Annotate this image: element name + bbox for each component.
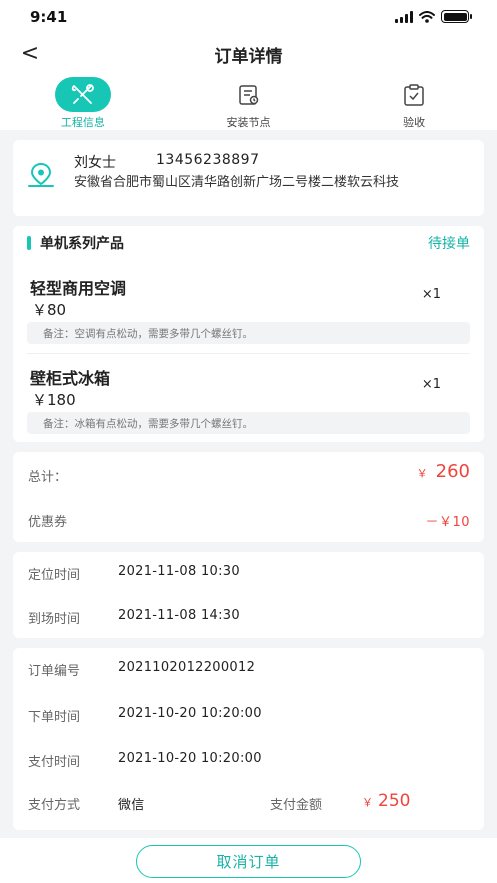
signal-icon (395, 10, 413, 23)
order-time-label: 下单时间 (28, 710, 81, 725)
total-label: 总计： (28, 470, 68, 485)
product-item[interactable]: 轻型商用空调 ￥80 ×1 备注：空调有点松动，需要多带几个螺丝钉。 (13, 275, 484, 347)
tab-install-node[interactable]: 安装节点 (166, 74, 332, 130)
arrive-time-label: 到场时间 (28, 612, 81, 627)
product-name: 壁柜式冰箱 (30, 369, 111, 388)
section-title: 单机系列产品 (40, 236, 124, 252)
product-price: ￥80 (32, 301, 67, 319)
contact-name: 刘女士 (74, 155, 116, 171)
status-bar: 9:41 (0, 0, 497, 34)
currency-symbol: ￥ (416, 467, 428, 480)
status-time: 9:41 (30, 8, 68, 26)
tab-project-info[interactable]: 工程信息 (0, 74, 166, 130)
tools-icon (54, 77, 111, 112)
currency-symbol: ￥ (362, 796, 373, 809)
schedule-card: 定位时间 2021-11-08 10:30 到场时间 2021-11-08 14… (13, 552, 484, 638)
pay-amount-value: 250 (378, 791, 411, 811)
products-card: 单机系列产品 待接单 轻型商用空调 ￥80 ×1 备注：空调有点松动，需要多带几… (13, 226, 484, 442)
status-icons (395, 10, 472, 23)
battery-icon (441, 10, 472, 23)
pay-method-value: 微信 (118, 798, 145, 813)
coupon-value: －￥10 (425, 515, 470, 530)
nav-bar: < 订单详情 (0, 34, 497, 74)
product-note: 备注：冰箱有点松动，需要多带几个螺丝钉。 (27, 412, 470, 434)
product-note: 备注：空调有点松动，需要多带几个螺丝钉。 (27, 322, 470, 344)
divider (27, 353, 470, 354)
cancel-order-button[interactable]: 取消订单 (136, 845, 361, 878)
total-amount: ￥ 260 (417, 461, 470, 482)
contact-address: 安徽省合肥市蜀山区清华路创新广场二号楼二楼软云科技 (74, 175, 400, 190)
pay-time-label: 支付时间 (28, 755, 81, 770)
clipboard-check-icon (386, 77, 442, 112)
arrive-time-value: 2021-11-08 14:30 (118, 608, 240, 623)
locate-time-value: 2021-11-08 10:30 (118, 564, 240, 579)
tab-label: 安装节点 (226, 116, 271, 129)
locate-time-label: 定位时间 (28, 568, 81, 583)
order-number-value: 2021102012200012 (118, 660, 256, 675)
tab-label: 工程信息 (60, 116, 105, 129)
product-name: 轻型商用空调 (30, 279, 127, 298)
pay-time-value: 2021-10-20 10:20:00 (118, 751, 262, 766)
pay-method-label: 支付方式 (28, 798, 81, 813)
location-pin-icon (28, 162, 54, 187)
product-quantity: ×1 (421, 287, 441, 302)
section-accent-bar (27, 236, 31, 250)
tab-acceptance[interactable]: 验收 (331, 74, 497, 130)
totals-card: 总计： ￥ 260 优惠券 －￥10 (13, 452, 484, 542)
contact-phone: 13456238897 (156, 152, 260, 168)
wifi-icon (419, 10, 435, 23)
tab-bar: 工程信息 安装节点 验收 (0, 74, 497, 130)
pay-amount-label: 支付金额 (270, 798, 323, 813)
order-info-card: 订单编号 2021102012200012 下单时间 2021-10-20 10… (13, 648, 484, 830)
install-node-icon (221, 77, 277, 112)
tab-label: 验收 (403, 116, 426, 129)
products-section-header: 单机系列产品 待接单 (13, 226, 484, 260)
pay-amount: ￥ 250 (362, 791, 410, 811)
product-item[interactable]: 壁柜式冰箱 ￥180 ×1 备注：冰箱有点松动，需要多带几个螺丝钉。 (13, 365, 484, 437)
page-title: 订单详情 (214, 47, 283, 67)
order-number-label: 订单编号 (28, 664, 81, 679)
order-time-value: 2021-10-20 10:20:00 (118, 706, 262, 721)
bottom-action-bar: 取消订单 (0, 838, 497, 883)
product-quantity: ×1 (421, 377, 441, 392)
product-price: ￥180 (32, 391, 76, 409)
coupon-label: 优惠券 (28, 515, 68, 530)
order-status-badge: 待接单 (428, 236, 470, 252)
address-card[interactable]: 刘女士 13456238897 安徽省合肥市蜀山区清华路创新广场二号楼二楼软云科… (13, 140, 484, 216)
total-value: 260 (435, 461, 470, 482)
